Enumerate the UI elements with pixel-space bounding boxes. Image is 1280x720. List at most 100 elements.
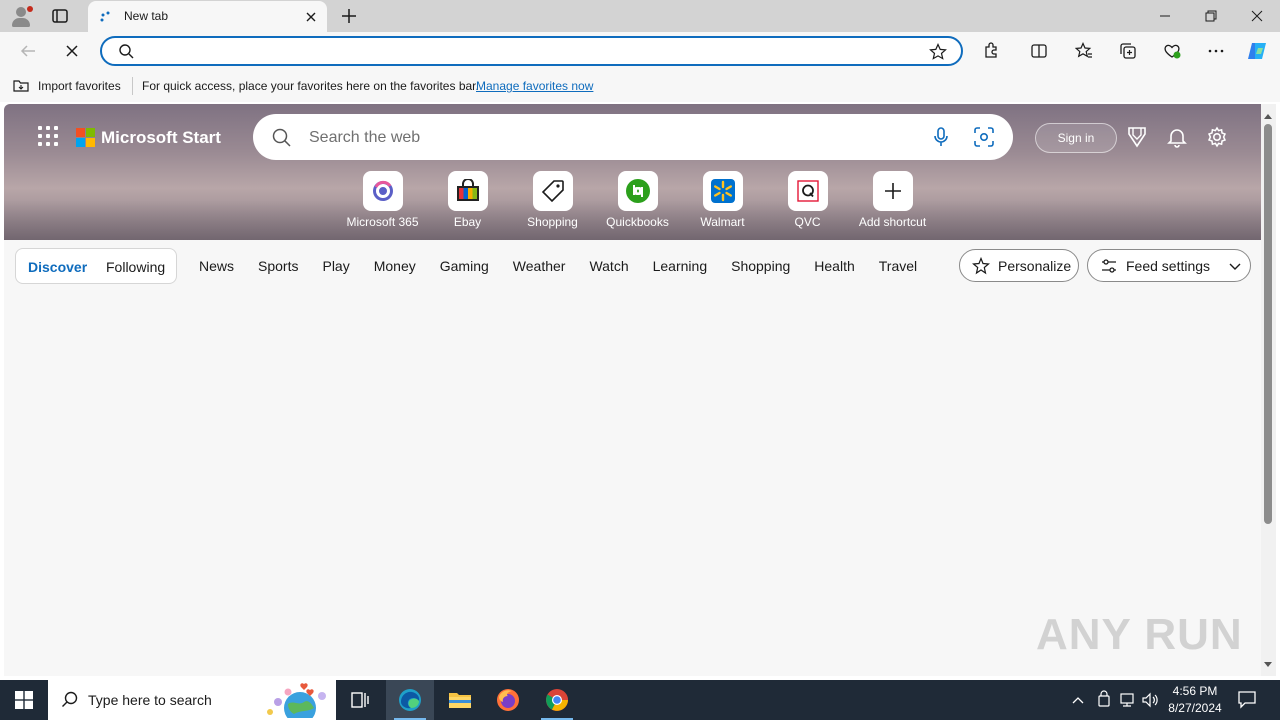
split-screen-icon[interactable] <box>1028 40 1050 62</box>
scroll-up-arrow-icon[interactable] <box>1263 108 1273 123</box>
network-icon[interactable] <box>1118 690 1136 713</box>
category-travel[interactable]: Travel <box>879 258 917 274</box>
category-money[interactable]: Money <box>374 258 416 274</box>
watermark-text: ANY RUN <box>1036 610 1243 659</box>
settings-gear-icon[interactable] <box>1206 126 1228 148</box>
shortcut-walmart[interactable]: Walmart <box>680 171 765 229</box>
tab-actions-icon[interactable] <box>50 6 70 26</box>
notifications-bell-icon[interactable] <box>1166 126 1188 148</box>
close-tab-icon[interactable] <box>303 9 319 25</box>
collections-icon[interactable] <box>1117 40 1139 62</box>
sign-in-button[interactable]: Sign in <box>1035 123 1117 153</box>
sparkle-star-icon <box>972 256 990 274</box>
shortcut-add[interactable]: Add shortcut <box>850 171 935 229</box>
category-learning[interactable]: Learning <box>653 258 708 274</box>
shortcut-qvc[interactable]: QVC <box>765 171 850 229</box>
start-button[interactable] <box>0 680 48 720</box>
visual-search-icon[interactable] <box>973 126 995 151</box>
walmart-spark-icon <box>702 171 743 211</box>
volume-icon[interactable] <box>1141 690 1161 713</box>
app-launcher-icon[interactable] <box>38 126 58 146</box>
feed-settings-button[interactable]: Feed settings <box>1087 249 1251 282</box>
search-icon <box>271 127 291 150</box>
shortcut-label: Add shortcut <box>858 215 927 229</box>
taskbar-firefox[interactable] <box>484 680 532 720</box>
browser-essentials-icon[interactable] <box>1161 40 1183 62</box>
page-scrollbar[interactable] <box>1261 104 1276 676</box>
import-favorites-label: Import favorites <box>38 78 121 93</box>
shortcut-label: Shopping <box>527 215 578 229</box>
show-hidden-icons-chevron-icon[interactable] <box>1071 690 1085 713</box>
quickbooks-icon <box>617 171 658 211</box>
shortcut-label: Walmart <box>700 215 745 229</box>
page-viewport: Microsoft Start Sign in Microsoft 365 <box>4 104 1261 676</box>
shortcut-quickbooks[interactable]: Quickbooks <box>595 171 680 229</box>
task-view-icon <box>351 692 369 708</box>
back-arrow-icon[interactable] <box>17 40 39 62</box>
close-window-button[interactable] <box>1234 0 1280 32</box>
address-input[interactable] <box>142 42 902 60</box>
taskbar-edge[interactable] <box>386 680 434 720</box>
category-shopping[interactable]: Shopping <box>731 258 790 274</box>
tab-following[interactable]: Following <box>106 259 165 275</box>
taskbar-search-box[interactable]: Type here to search <box>48 680 336 720</box>
search-highlight-globe-icon <box>260 682 332 720</box>
watermark: ANY RUN <box>1036 610 1243 660</box>
personalize-button[interactable]: Personalize <box>959 249 1079 282</box>
copilot-icon[interactable] <box>1246 40 1268 62</box>
web-search-box[interactable] <box>253 114 1013 160</box>
taskbar-chrome[interactable] <box>533 680 581 720</box>
qvc-logo-icon <box>787 171 828 211</box>
more-options-icon[interactable] <box>1205 40 1227 62</box>
address-bar[interactable] <box>100 36 963 66</box>
shortcut-label: Microsoft 365 <box>346 215 419 229</box>
restore-button[interactable] <box>1188 0 1234 32</box>
folder-icon <box>449 693 471 708</box>
notification-center-icon[interactable] <box>1236 688 1258 713</box>
extensions-icon[interactable] <box>980 40 1002 62</box>
feed-navigation: Discover Following News Sports Play Mone… <box>4 240 1261 292</box>
shortcut-ebay[interactable]: Ebay <box>425 171 510 229</box>
category-gaming[interactable]: Gaming <box>440 258 489 274</box>
import-favorites-button[interactable]: Import favorites <box>13 78 121 93</box>
rewards-icon[interactable] <box>1126 126 1148 148</box>
scrollbar-thumb[interactable] <box>1264 124 1272 524</box>
tab-strip: New tab <box>0 0 1280 32</box>
security-tray-icon[interactable] <box>1096 690 1112 713</box>
category-list: News Sports Play Money Gaming Weather Wa… <box>199 258 941 274</box>
category-weather[interactable]: Weather <box>513 258 566 274</box>
shortcut-shopping[interactable]: Shopping <box>510 171 595 229</box>
category-watch[interactable]: Watch <box>589 258 628 274</box>
feed-tab-group: Discover Following <box>15 248 177 284</box>
favorites-icon[interactable] <box>1073 40 1095 62</box>
microsoft-logo-icon <box>76 128 95 147</box>
favbar-divider <box>132 77 133 95</box>
minimize-button[interactable] <box>1142 0 1188 32</box>
chevron-down-icon <box>1229 263 1241 270</box>
stop-loading-icon[interactable] <box>61 40 83 62</box>
tab-title: New tab <box>124 9 169 23</box>
microphone-icon[interactable] <box>931 126 951 151</box>
category-play[interactable]: Play <box>322 258 349 274</box>
brand-title[interactable]: Microsoft Start <box>101 128 221 148</box>
system-clock[interactable]: 4:56 PM 8/27/2024 <box>1162 683 1228 717</box>
new-tab-button[interactable] <box>339 6 359 26</box>
scroll-down-arrow-icon[interactable] <box>1263 657 1273 672</box>
ebay-bag-icon <box>447 171 488 211</box>
manage-favorites-link[interactable]: Manage favorites now <box>476 79 593 93</box>
shortcut-microsoft-365[interactable]: Microsoft 365 <box>340 171 425 229</box>
category-sports[interactable]: Sports <box>258 258 298 274</box>
profile-avatar-icon[interactable] <box>9 4 33 28</box>
price-tag-icon <box>532 171 573 211</box>
task-view-button[interactable] <box>336 680 384 720</box>
category-news[interactable]: News <box>199 258 234 274</box>
tab-discover[interactable]: Discover <box>28 259 87 275</box>
taskbar-file-explorer[interactable] <box>436 680 484 720</box>
web-search-input[interactable] <box>309 128 909 148</box>
tab-new-tab[interactable]: New tab <box>88 1 327 32</box>
browser-toolbar <box>0 32 1280 70</box>
favorite-star-icon[interactable] <box>929 43 947 64</box>
import-folder-icon <box>13 80 29 92</box>
category-health[interactable]: Health <box>814 258 854 274</box>
shortcut-label: Ebay <box>453 215 482 229</box>
